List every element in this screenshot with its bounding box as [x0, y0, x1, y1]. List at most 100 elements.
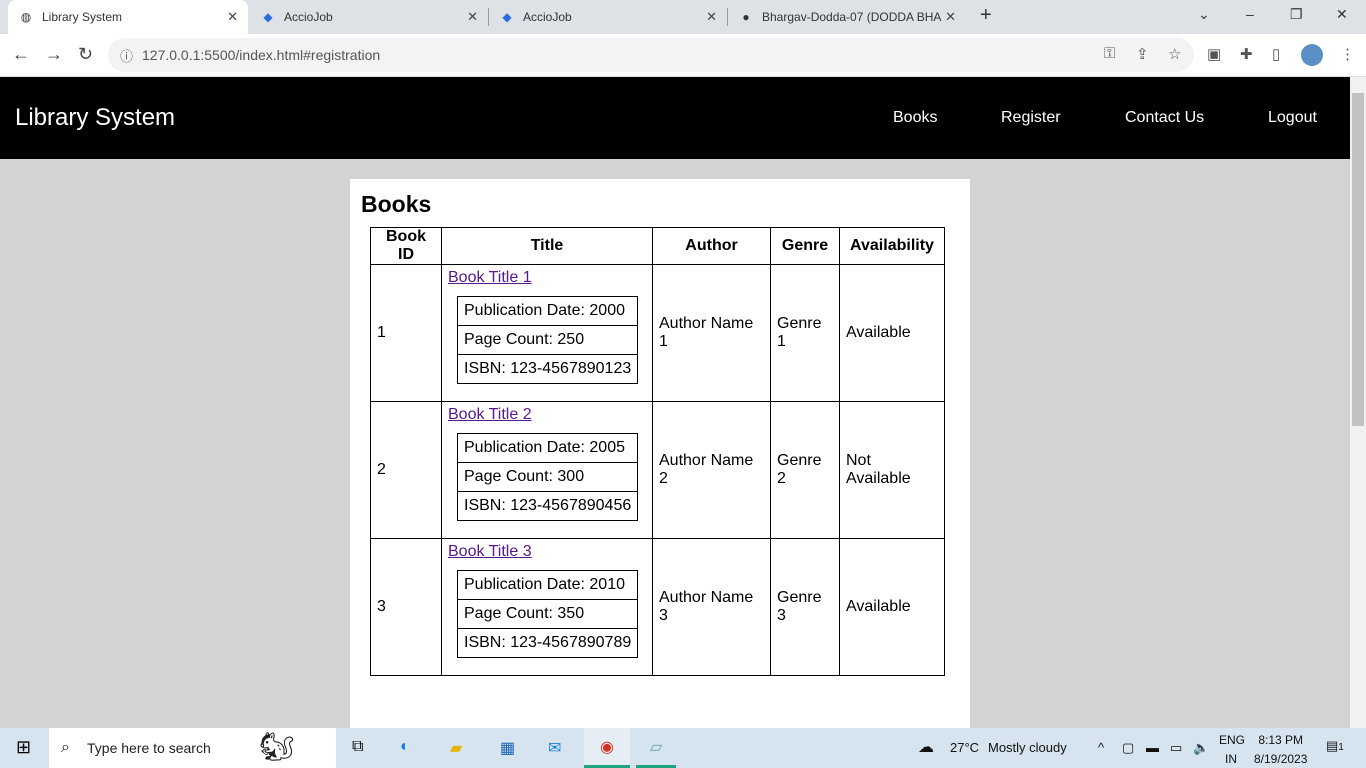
genre: Genre 3 — [770, 538, 840, 676]
tab-strip: ◍ Library System ✕ ◆ AccioJob ✕ ◆ AccioJob ✕ ●… — [0, 0, 1366, 34]
bookmark-star-icon[interactable]: ☆ — [1168, 45, 1181, 63]
squirrel-search-highlight-icon: 🐿 — [259, 731, 295, 762]
availability: Not Available — [839, 401, 945, 539]
header-availability: Availability — [839, 227, 945, 265]
nav-contact-us[interactable]: Contact Us — [1125, 109, 1204, 127]
book-details-table: Publication Date: 2005 Page Count: 300 ISB… — [456, 433, 639, 521]
search-icon: ⌕ — [61, 739, 70, 756]
weather-text[interactable]: Mostly cloudy — [988, 740, 1067, 755]
key-icon[interactable]: ⚿ — [1104, 45, 1115, 62]
brand-title: Library System — [15, 104, 176, 131]
genre: Genre 2 — [770, 401, 840, 539]
tab-github[interactable]: ● Bhargav-Dodda-07 (DODDA BHA ✕ — [728, 0, 966, 34]
book-detail: Page Count: 250 — [456, 325, 639, 355]
close-window-button[interactable]: ✕ — [1336, 6, 1348, 23]
book-detail: Publication Date: 2010 — [456, 570, 639, 600]
side-panel-icon[interactable]: ▯ — [1272, 45, 1280, 63]
book-detail: Page Count: 350 — [456, 599, 639, 629]
book-detail: ISBN: 123-4567890789 — [456, 628, 639, 658]
author: Author Name 2 — [652, 401, 771, 539]
table-row: 1 Book Title 1 Publication Date: 2000 Pag… — [370, 264, 945, 402]
book-id: 2 — [370, 401, 442, 539]
book-detail: Publication Date: 2005 — [456, 433, 639, 463]
title-cell: Book Title 1 Publication Date: 2000 Page … — [441, 264, 653, 402]
genre: Genre 1 — [770, 264, 840, 402]
minimize-button[interactable]: – — [1246, 6, 1254, 22]
chrome-icon[interactable]: ◉ — [584, 728, 630, 768]
meet-icon[interactable]: ▢ — [1122, 740, 1134, 756]
reload-icon[interactable]: ↻ — [78, 44, 93, 65]
tab-library-system[interactable]: ◍ Library System ✕ — [8, 0, 248, 34]
volume-icon[interactable]: 🔈 — [1193, 740, 1209, 756]
share-icon[interactable]: ⇪ — [1136, 45, 1149, 63]
availability: Available — [839, 538, 945, 676]
close-tab-icon[interactable]: ✕ — [227, 9, 238, 25]
forward-icon[interactable]: → — [45, 44, 63, 65]
tab-acciojob-2[interactable]: ◆ AccioJob ✕ — [489, 0, 727, 34]
books-table: Book ID Title Author Genre Availability … — [370, 227, 945, 676]
clock[interactable]: 8:13 PM 8/19/2023 — [1254, 733, 1307, 766]
language-indicator[interactable]: ENG IN — [1219, 733, 1245, 766]
acciojob-icon: ◆ — [263, 10, 273, 24]
show-hidden-icons[interactable]: ^ — [1098, 740, 1104, 755]
title-cell: Book Title 2 Publication Date: 2005 Page … — [441, 401, 653, 539]
tab-acciojob-1[interactable]: ◆ AccioJob ✕ — [250, 0, 488, 34]
navbar: Library System Books Register Contact Us… — [0, 77, 1350, 159]
book-title-link[interactable]: Book Title 3 — [448, 543, 532, 560]
book-details-table: Publication Date: 2010 Page Count: 350 ISB… — [456, 570, 639, 658]
title-cell: Book Title 3 Publication Date: 2010 Page … — [441, 538, 653, 676]
file-explorer-icon[interactable]: ▰ — [450, 738, 462, 758]
weather-temp[interactable]: 27°C — [950, 740, 979, 755]
header-genre: Genre — [770, 227, 840, 265]
book-detail: Publication Date: 2000 — [456, 296, 639, 326]
url-input[interactable]: ⓘ 127.0.0.1:5500/index.html#registration — [108, 38, 1194, 72]
notifications-icon[interactable]: ▤1 — [1326, 738, 1344, 754]
book-title-link[interactable]: Book Title 1 — [448, 269, 532, 286]
nav-logout[interactable]: Logout — [1268, 109, 1317, 127]
book-detail: Page Count: 300 — [456, 462, 639, 492]
profile-avatar[interactable] — [1301, 44, 1323, 66]
mail-icon[interactable]: ✉ — [548, 738, 561, 758]
close-tab-icon[interactable]: ✕ — [467, 9, 478, 25]
header-book-id: Book ID — [370, 227, 442, 265]
close-tab-icon[interactable]: ✕ — [706, 9, 717, 25]
site-info-icon[interactable]: ⓘ — [120, 46, 133, 65]
table-row: 3 Book Title 3 Publication Date: 2010 Pag… — [370, 538, 945, 676]
author: Author Name 3 — [652, 538, 771, 676]
books-panel: Books Book ID Title Author Genre Availab… — [350, 179, 970, 728]
extensions-puzzle-icon[interactable]: ✚ — [1240, 45, 1253, 63]
book-detail: ISBN: 123-4567890456 — [456, 491, 639, 521]
globe-icon: ◍ — [20, 10, 32, 24]
nav-register[interactable]: Register — [1001, 109, 1061, 127]
tab-search-icon[interactable]: ⌄ — [1198, 6, 1210, 23]
back-icon[interactable]: ← — [12, 44, 30, 65]
header-author: Author — [652, 227, 771, 265]
books-heading: Books — [361, 191, 432, 217]
battery-icon[interactable]: ▬ — [1146, 740, 1159, 755]
book-title-link[interactable]: Book Title 2 — [448, 406, 532, 423]
nav-books[interactable]: Books — [893, 109, 937, 127]
extension-icon[interactable]: ▣ — [1207, 45, 1221, 63]
scrollbar-thumb[interactable] — [1352, 93, 1364, 426]
scrollbar[interactable] — [1350, 77, 1366, 728]
availability: Available — [839, 264, 945, 402]
taskbar-search[interactable]: ⌕ Type here to search 🐿 — [49, 728, 336, 768]
new-tab-button[interactable]: + — [980, 4, 992, 27]
book-id: 1 — [370, 264, 442, 402]
table-row: 2 Book Title 2 Publication Date: 2005 Pag… — [370, 401, 945, 539]
taskbar: ⊞ ⌕ Type here to search 🐿 ⧉ ◐ ▰ ▦ ✉ ◉ ▱ ☁ … — [0, 728, 1366, 768]
book-detail: ISBN: 123-4567890123 — [456, 354, 639, 384]
menu-icon[interactable]: ⋮ — [1340, 45, 1355, 63]
network-icon[interactable]: ▭ — [1170, 740, 1182, 756]
close-tab-icon[interactable]: ✕ — [945, 9, 956, 25]
header-title: Title — [441, 227, 653, 265]
restore-button[interactable]: ❐ — [1290, 6, 1303, 23]
windows-start-icon[interactable]: ⊞ — [16, 737, 31, 758]
author: Author Name 1 — [652, 264, 771, 402]
weather-icon[interactable]: ☁ — [918, 737, 934, 757]
github-icon: ● — [742, 10, 750, 24]
task-view-icon[interactable]: ⧉ — [352, 738, 363, 756]
edge-icon[interactable]: ◐ — [400, 738, 410, 756]
store-icon[interactable]: ▦ — [500, 738, 515, 758]
notepad-icon[interactable]: ▱ — [636, 728, 676, 768]
